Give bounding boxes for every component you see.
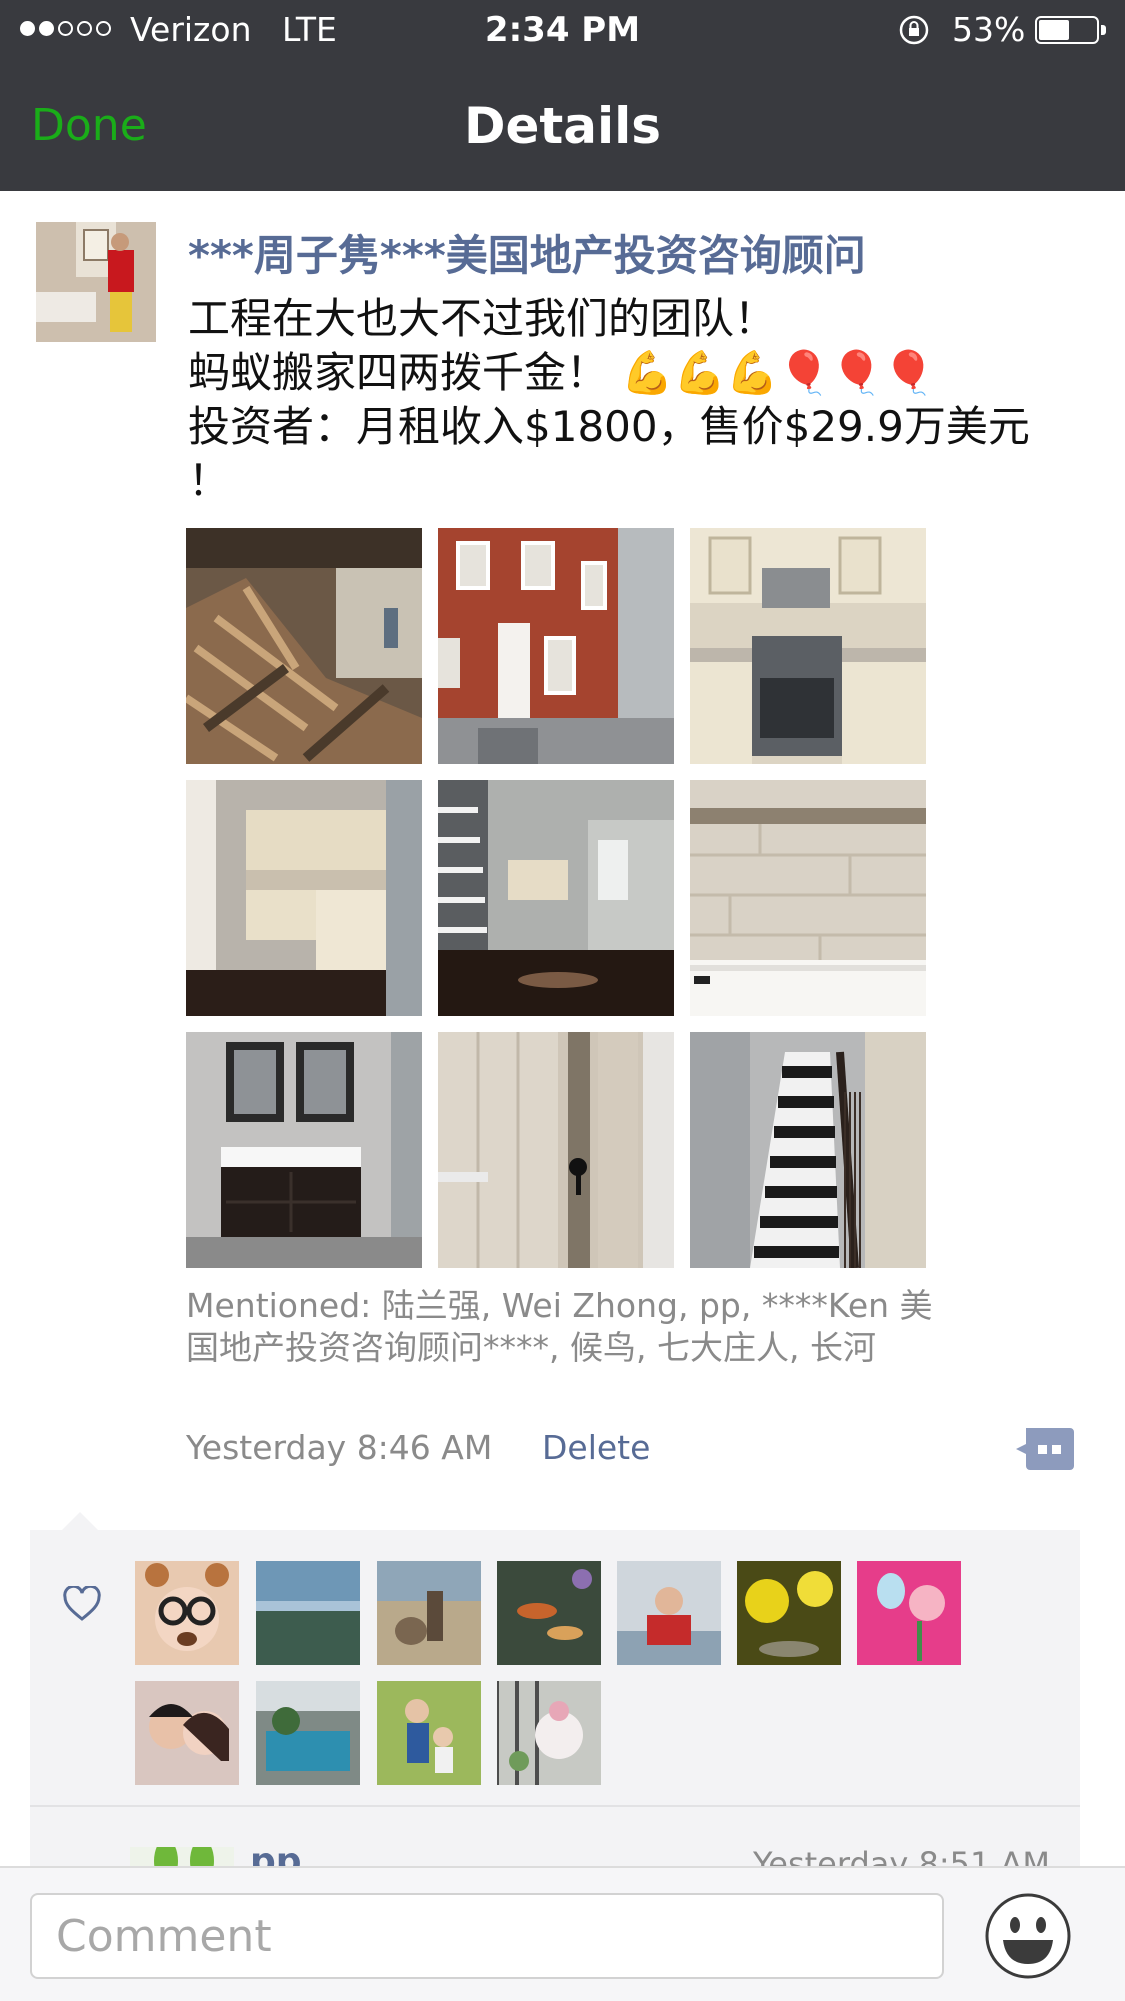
post-photo-2[interactable] xyxy=(438,528,674,764)
demolition-rubble-photo xyxy=(183,528,422,764)
comment-input[interactable] xyxy=(30,1893,944,1979)
post-photo-3[interactable] xyxy=(690,528,926,764)
liker-avatar-2[interactable] xyxy=(256,1561,360,1665)
kitchen-overview-photo xyxy=(186,780,422,1016)
comment-time: Yesterday 8:51 AM xyxy=(752,1845,1050,1867)
post-photo-4[interactable] xyxy=(186,780,422,1016)
post-photo-8[interactable] xyxy=(438,1032,674,1268)
liker-avatar-10[interactable] xyxy=(377,1681,481,1785)
battery-level-fill xyxy=(1039,20,1069,40)
comment-bubble-icon[interactable] xyxy=(1016,1428,1074,1470)
liker-avatar-8[interactable] xyxy=(135,1681,239,1785)
post-photo-6[interactable] xyxy=(690,780,926,1016)
emoji-smiley-icon[interactable] xyxy=(984,1892,1072,1980)
author-avatar-image xyxy=(36,222,156,342)
post-photo-5[interactable] xyxy=(438,780,674,1016)
post-timestamp: Yesterday 8:46 AM xyxy=(186,1428,493,1467)
status-bar: Verizon LTE 2:34 PM 53% xyxy=(0,0,1125,62)
heart-icon xyxy=(63,1586,101,1621)
post-photo-7[interactable] xyxy=(186,1032,422,1268)
kitchen-range-photo xyxy=(690,528,926,764)
bathtub-tile-photo xyxy=(690,780,926,1016)
commenter-avatar[interactable] xyxy=(130,1839,234,1867)
likes-pointer xyxy=(62,1512,98,1530)
brick-rowhouse-exterior-photo xyxy=(438,528,674,764)
shower-tile-photo xyxy=(438,1032,674,1268)
author-name[interactable]: ***周子隽***美国地产投资咨询顾问 xyxy=(188,222,866,283)
commenter-name[interactable]: pp xyxy=(250,1841,302,1867)
staircase-photo xyxy=(690,1032,926,1269)
post-text: 工程在大也大不过我们的团队！ 蚂蚁搬家四两拨千金！ 💪💪💪🎈🎈🎈 投资者：月租收… xyxy=(188,294,1030,505)
battery-icon xyxy=(1035,16,1099,44)
photo-grid xyxy=(183,528,938,1269)
navigation-bar: Done Details xyxy=(0,62,1125,191)
battery-nub xyxy=(1101,25,1106,35)
comment-bar xyxy=(0,1866,1125,2001)
liker-avatar-4[interactable] xyxy=(497,1561,601,1665)
commenter-avatar-image xyxy=(130,1839,234,1867)
stairs-living-room-photo xyxy=(438,780,674,1016)
comment-preview-row: pp Yesterday 8:51 AM xyxy=(30,1807,1080,1867)
liker-avatar-11[interactable] xyxy=(497,1681,601,1785)
page-title: Details xyxy=(463,97,662,155)
liker-avatar-3[interactable] xyxy=(377,1561,481,1665)
post-photo-1[interactable] xyxy=(183,528,422,764)
rotation-lock-icon xyxy=(899,15,929,45)
liker-avatar-6[interactable] xyxy=(737,1561,841,1665)
liker-avatar-7[interactable] xyxy=(857,1561,961,1665)
top-bar: Verizon LTE 2:34 PM 53% Done Details xyxy=(0,0,1125,191)
liker-avatar-5[interactable] xyxy=(617,1561,721,1665)
mentioned-users: Mentioned: 陆兰强, Wei Zhong, pp, ****Ken 美… xyxy=(186,1286,933,1367)
author-avatar[interactable] xyxy=(36,222,156,342)
post-photo-9[interactable] xyxy=(690,1032,926,1269)
delete-button[interactable]: Delete xyxy=(542,1428,650,1467)
liker-avatar-9[interactable] xyxy=(256,1681,360,1785)
liker-avatar-1[interactable] xyxy=(135,1561,239,1665)
battery-percent: 53% xyxy=(952,10,1026,49)
double-vanity-photo xyxy=(186,1032,422,1268)
